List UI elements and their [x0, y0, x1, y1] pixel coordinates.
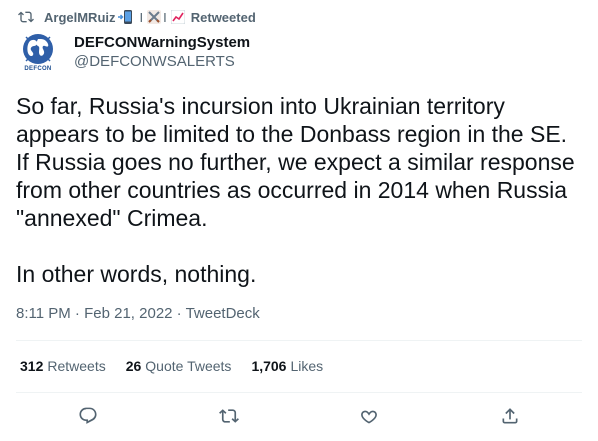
reply-icon — [79, 407, 97, 424]
tweet-text: So far, Russia's incursion into Ukrainia… — [16, 93, 575, 287]
separator-2: I — [163, 9, 167, 25]
retweet-action-icon — [219, 409, 239, 423]
retweeted-context: ArgelMRuiz I I Retweeted — [16, 8, 256, 26]
avatar-brand-label: DEFCON — [24, 65, 52, 72]
author-names: DEFCONWarningSystem @DEFCONWSALERTS — [74, 33, 250, 71]
retweets-stat[interactable]: 312 Retweets — [20, 358, 106, 374]
share-button[interactable] — [499, 405, 521, 427]
mobile-phone-arrow-icon — [117, 10, 138, 24]
user-handle[interactable]: @DEFCONWSALERTS — [74, 52, 250, 71]
display-name[interactable]: DEFCONWarningSystem — [74, 33, 250, 52]
quote-tweets-stat[interactable]: 26 Quote Tweets — [126, 358, 232, 374]
share-icon — [502, 408, 518, 424]
globe-logo-icon — [23, 33, 53, 64]
crossed-swords-icon — [147, 10, 162, 24]
likes-stat[interactable]: 1,706 Likes — [251, 358, 323, 374]
tweet-time[interactable]: 8:11 PM · Feb 21, 2022 — [16, 305, 173, 322]
retweeted-label: Retweeted — [190, 9, 256, 25]
avatar[interactable]: DEFCON — [16, 30, 60, 74]
tweet-source[interactable]: TweetDeck — [186, 305, 260, 322]
divider-top — [16, 340, 582, 341]
heart-icon — [361, 410, 377, 424]
tweet-metadata: 8:11 PM · Feb 21, 2022 · TweetDeck — [16, 305, 260, 322]
retweeter-name[interactable]: ArgelMRuiz — [44, 10, 116, 25]
tweet-actions — [0, 405, 598, 429]
tweet-author[interactable]: DEFCON DEFCONWarningSystem @DEFCONWSALER… — [16, 30, 250, 74]
meta-separator: · — [176, 305, 182, 322]
divider-bottom — [16, 392, 582, 393]
chart-increasing-icon — [170, 10, 185, 24]
retweet-button[interactable] — [218, 405, 240, 427]
reply-button[interactable] — [77, 405, 99, 427]
tweet-stats: 312 Retweets 26 Quote Tweets 1,706 Likes — [20, 358, 343, 374]
like-button[interactable] — [358, 405, 380, 427]
retweet-icon — [18, 11, 34, 23]
separator: I — [139, 9, 144, 25]
